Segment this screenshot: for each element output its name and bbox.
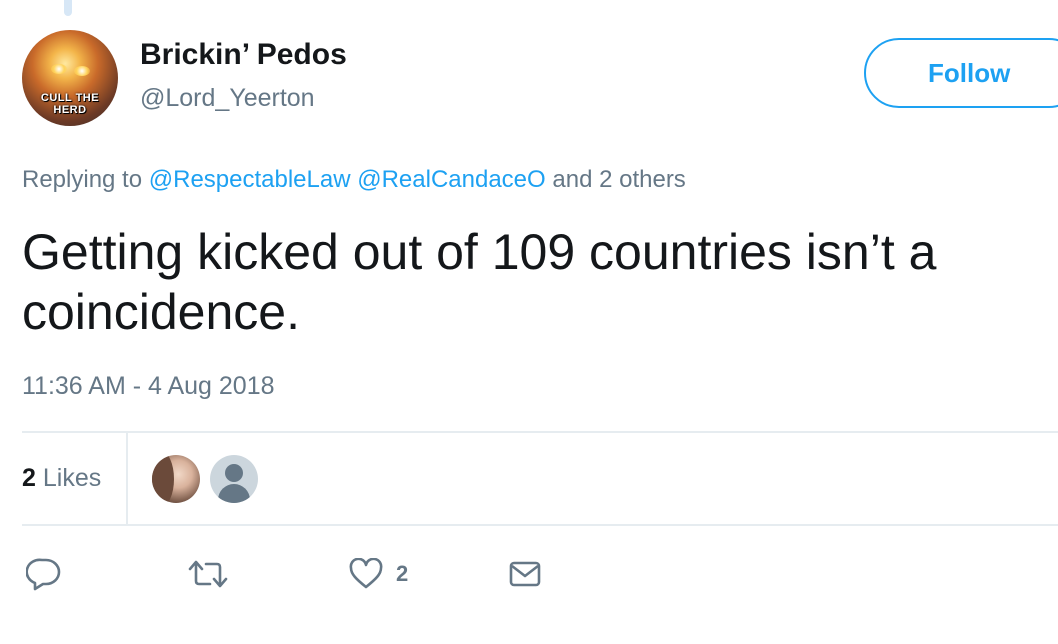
avatar-badge-text: CULL THE HERD bbox=[40, 92, 100, 116]
retweet-icon bbox=[188, 560, 228, 588]
liker-avatar-1[interactable] bbox=[152, 455, 200, 503]
likes-stat[interactable]: 2 Likes bbox=[22, 464, 101, 493]
user-handle[interactable]: @Lord_Yeerton bbox=[140, 84, 315, 113]
liker-avatar-hair bbox=[152, 455, 174, 503]
direct-message-button[interactable] bbox=[508, 556, 542, 592]
tweet-text: Getting kicked out of 109 countries isn’… bbox=[22, 224, 937, 340]
stats-vertical-divider bbox=[126, 433, 128, 524]
liker-avatar-default[interactable] bbox=[210, 455, 258, 503]
divider-top bbox=[22, 431, 1058, 433]
retweet-button[interactable] bbox=[188, 556, 228, 592]
reply-icon bbox=[26, 558, 61, 591]
avatar-glow-right bbox=[74, 66, 90, 76]
reply-prefix: Replying to bbox=[22, 166, 143, 193]
default-avatar-head bbox=[225, 464, 243, 482]
likes-label: Likes bbox=[42, 464, 102, 492]
mention-link-realcandaceo[interactable]: @RealCandaceO bbox=[357, 166, 545, 193]
reply-button[interactable] bbox=[26, 556, 62, 592]
reply-context: Replying to @RespectableLaw @RealCandace… bbox=[22, 166, 686, 194]
tweet-timestamp[interactable]: 11:36 AM - 4 Aug 2018 bbox=[22, 372, 275, 401]
user-display-name[interactable]: Brickin’ Pedos bbox=[140, 38, 347, 72]
like-button[interactable]: 2 bbox=[348, 556, 408, 592]
like-count: 2 bbox=[396, 561, 409, 586]
heart-icon bbox=[349, 558, 383, 589]
mention-link-respectablelaw[interactable]: @RespectableLaw bbox=[149, 166, 351, 193]
thread-connector-line bbox=[64, 0, 72, 16]
avatar-glow-left bbox=[51, 64, 67, 74]
default-avatar-body bbox=[218, 484, 250, 503]
likes-count: 2 bbox=[22, 464, 36, 492]
divider-bottom bbox=[22, 524, 1058, 526]
envelope-icon bbox=[509, 561, 541, 587]
follow-button[interactable]: Follow bbox=[864, 38, 1058, 108]
reply-others-link[interactable]: and 2 others bbox=[552, 166, 685, 193]
user-avatar[interactable]: CULL THE HERD bbox=[22, 30, 118, 126]
